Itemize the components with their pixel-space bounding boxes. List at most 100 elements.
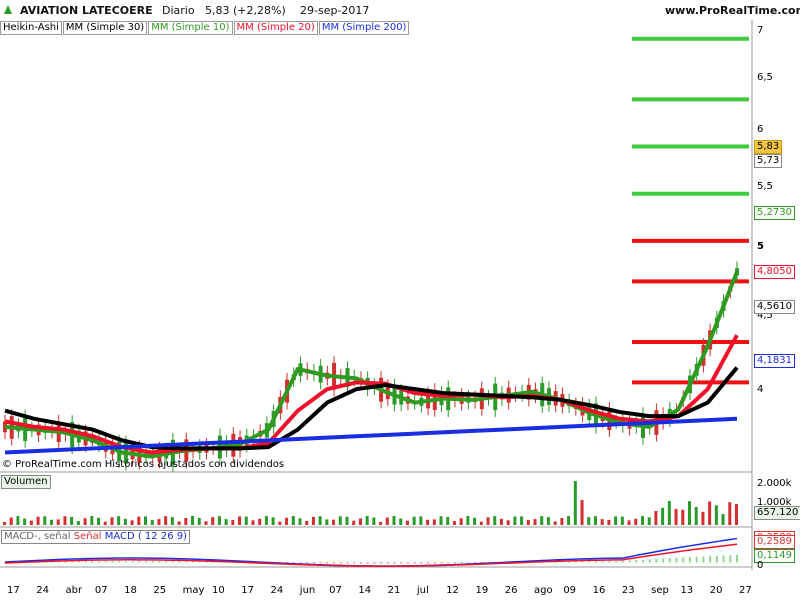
- x-axis-tick: 19: [475, 585, 489, 596]
- macd-histogram-bar: [326, 562, 329, 564]
- volume-bar: [593, 516, 597, 525]
- x-axis-tick: sep: [651, 585, 669, 596]
- volume-bar: [439, 516, 443, 525]
- x-axis-tick: 09: [563, 585, 577, 596]
- x-axis-tick: 14: [358, 585, 372, 596]
- volume-bar: [607, 519, 611, 525]
- volume-bar: [473, 517, 477, 525]
- volume-bar: [318, 516, 322, 525]
- macd-histogram-bar: [453, 562, 456, 564]
- macd-histogram-bar: [151, 560, 154, 563]
- macd-histogram-bar: [662, 558, 665, 563]
- volume-bar: [701, 511, 705, 525]
- x-axis-tick: 18: [124, 585, 137, 596]
- ma200-value-label: 4,1831: [754, 354, 795, 368]
- macd-histogram-bar: [165, 560, 168, 563]
- volume-bar: [681, 509, 685, 525]
- macd-histogram-bar: [635, 560, 638, 563]
- volume-bar: [271, 517, 275, 525]
- volume-bar: [728, 502, 732, 525]
- volume-bar: [291, 516, 295, 525]
- macd-histogram-bar: [145, 560, 148, 563]
- volume-bar: [432, 519, 436, 525]
- macd-title: MACD ( 12 26 9): [104, 531, 187, 542]
- volume-bar: [540, 516, 544, 525]
- price-chart: [0, 20, 753, 570]
- ma30-value-label: 4,5610: [754, 300, 795, 314]
- macd-histogram-bar: [628, 560, 631, 563]
- x-axis-tick: 20: [709, 585, 723, 596]
- macd-histogram-bar: [104, 560, 107, 563]
- volume-bar: [412, 516, 416, 525]
- volume-bar: [466, 516, 470, 525]
- volume-bar: [144, 516, 148, 525]
- volume-bar: [70, 516, 74, 525]
- macd-zero-tick: 0: [757, 560, 764, 571]
- macd-label: MACD-, señal Señal MACD ( 12 26 9): [1, 530, 190, 544]
- macd-histogram-bar: [111, 560, 114, 563]
- macd-histogram-bar: [729, 555, 732, 563]
- volume-bar: [365, 516, 369, 525]
- volume-bar: [526, 520, 530, 525]
- macd-histogram-bar: [702, 556, 705, 563]
- volume-bar: [694, 507, 698, 525]
- macd-histogram-bar: [695, 556, 698, 563]
- x-axis-tick: 17: [241, 585, 254, 596]
- volume-bar: [177, 521, 181, 525]
- macd-histogram-bar: [682, 557, 685, 563]
- macd-histogram-bar: [722, 555, 725, 563]
- x-axis-tick: 21: [387, 585, 401, 596]
- volume-bar: [97, 517, 101, 525]
- volume-bar: [130, 520, 134, 525]
- volume-label: Volumen: [1, 475, 51, 489]
- macd-histogram-bar: [433, 562, 436, 564]
- macd-histogram-bar: [460, 562, 463, 564]
- volume-bar: [76, 521, 80, 525]
- macd-signal-label: MACD-, señal: [4, 531, 71, 542]
- volume-bar: [103, 521, 107, 525]
- volume-bar: [708, 501, 712, 525]
- volume-bar: [123, 518, 127, 525]
- macd-histogram-bar: [688, 557, 691, 563]
- volume-bar: [587, 517, 591, 525]
- x-axis-tick: 26: [504, 585, 518, 596]
- volume-bar: [204, 521, 208, 525]
- volume-bar: [385, 517, 389, 525]
- volume-bar: [36, 516, 40, 525]
- macd-histogram-bar: [178, 561, 181, 563]
- volume-bar: [50, 519, 54, 525]
- macd-histogram-bar: [373, 562, 376, 564]
- x-axis-tick: 25: [153, 585, 167, 596]
- macd-histogram-bar: [339, 562, 342, 564]
- macd-histogram-bar: [668, 558, 671, 563]
- volume-bar: [620, 516, 624, 525]
- watermark-text: © ProRealTime.com Históricos ajustados c…: [2, 459, 285, 470]
- macd-histogram-bar: [615, 560, 618, 563]
- x-axis-tick: 17: [7, 585, 20, 596]
- volume-bar: [533, 519, 537, 525]
- macd-histogram-bar: [655, 558, 658, 563]
- volume-bar: [661, 507, 665, 525]
- volume-bar: [399, 518, 403, 525]
- volume-bar: [573, 481, 577, 525]
- volume-bar: [238, 516, 242, 525]
- macd-histogram-bar: [84, 560, 87, 563]
- volume-bar: [311, 516, 315, 525]
- volume-bar: [405, 520, 409, 525]
- macd-histogram-bar: [447, 562, 450, 564]
- macd-histogram-bar: [474, 562, 477, 564]
- macd-histogram-bar: [319, 562, 322, 564]
- volume-bar: [43, 516, 47, 525]
- volume-bar: [258, 518, 262, 525]
- volume-bar: [379, 521, 383, 525]
- macd-histogram-bar: [171, 560, 174, 563]
- volume-bar: [117, 516, 121, 525]
- macd-histogram-bar: [608, 560, 611, 563]
- volume-bar: [352, 520, 356, 525]
- macd-histogram-bar: [306, 562, 309, 564]
- macd-histogram-bar: [346, 562, 349, 564]
- volume-bar: [499, 518, 503, 525]
- macd-histogram-bar: [333, 562, 336, 564]
- macd-histogram-bar: [77, 561, 80, 563]
- volume-bar: [278, 521, 282, 525]
